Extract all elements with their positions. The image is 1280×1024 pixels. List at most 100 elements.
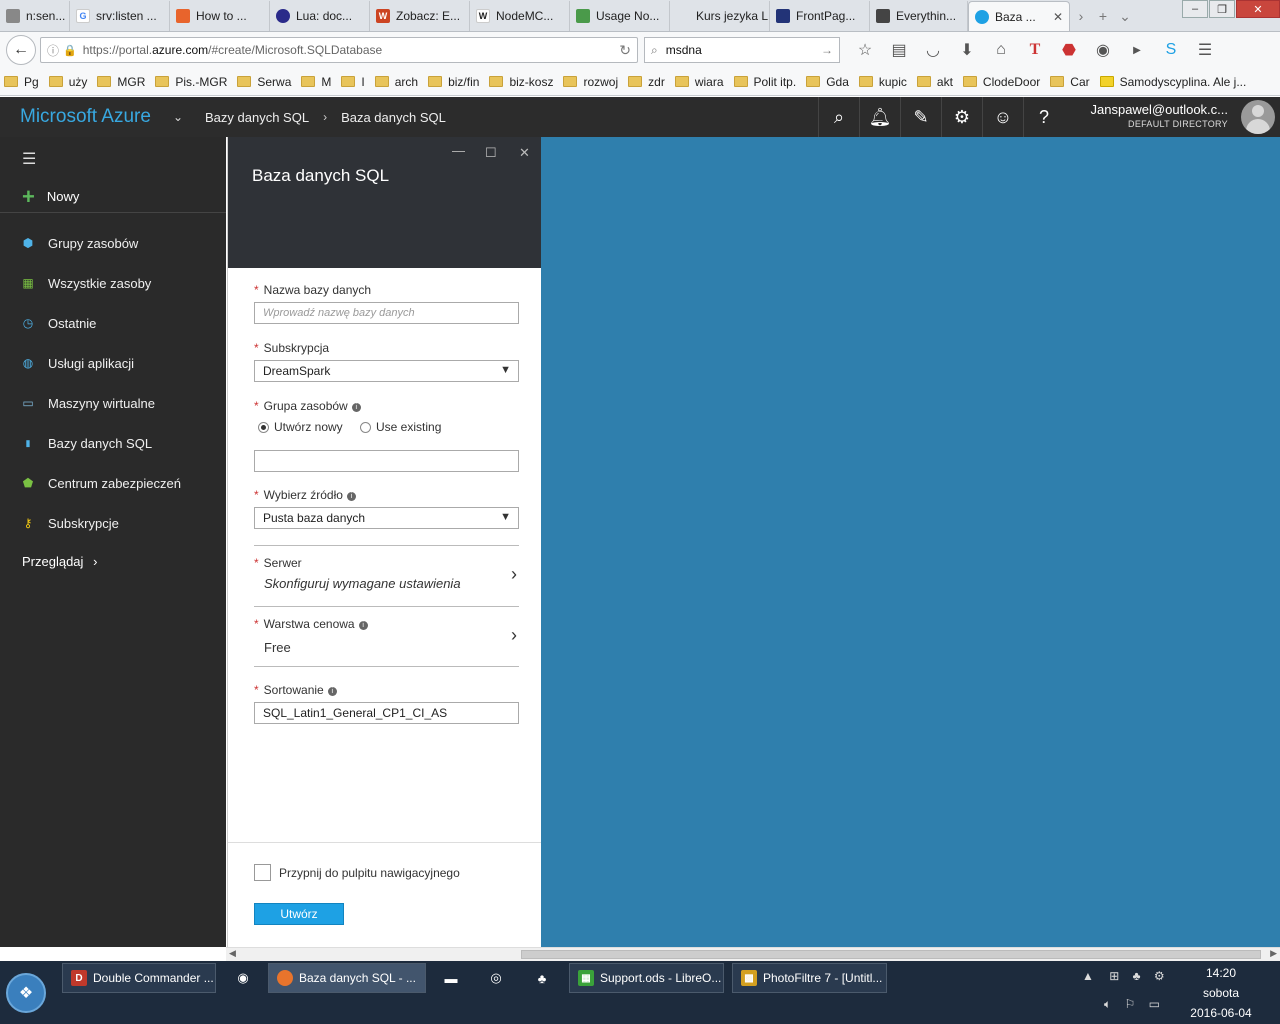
breadcrumb-bazy[interactable]: Bazy danych SQL bbox=[205, 110, 309, 125]
browser-tab[interactable]: How to ... bbox=[170, 1, 270, 31]
horizontal-scrollbar[interactable]: ◀ ▶ bbox=[226, 947, 1280, 961]
browse-button[interactable]: Przeglądaj › bbox=[22, 554, 97, 569]
browser-tab[interactable]: Kurs jezyka L... bbox=[670, 1, 770, 31]
collation-input[interactable]: SQL_Latin1_General_CP1_CI_AS bbox=[254, 702, 519, 724]
reading-list-icon[interactable]: ▤ bbox=[882, 40, 916, 60]
tray-app-icon[interactable]: ♣ bbox=[1133, 969, 1141, 983]
avatar[interactable] bbox=[1241, 100, 1275, 134]
bookmark-folder[interactable]: I bbox=[341, 75, 365, 89]
browser-tab[interactable]: W Zobacz: E... bbox=[370, 1, 470, 31]
bookmark-folder[interactable]: zdr bbox=[628, 75, 665, 89]
new-tab-icon[interactable]: + bbox=[1092, 1, 1114, 31]
taskbar-item[interactable]: ▦ Support.ods - LibreO... bbox=[569, 963, 724, 993]
go-arrow-icon[interactable]: → bbox=[821, 43, 833, 57]
sidebar-item-subscriptions[interactable]: ⚷ Subskrypcje bbox=[0, 503, 226, 543]
sidebar-item-all-resources[interactable]: ▦ Wszystkie zasoby bbox=[0, 263, 226, 303]
subscription-select[interactable]: DreamSpark ▼ bbox=[254, 360, 519, 382]
pencil-icon[interactable]: ✎ bbox=[900, 97, 941, 137]
chevron-down-icon[interactable]: ⌄ bbox=[173, 110, 183, 124]
url-bar[interactable]: ⓘ 🔒 https://portal. azure.com/#create/Mic… bbox=[40, 37, 638, 63]
scroll-right-icon[interactable]: ▶ bbox=[1270, 948, 1277, 959]
info-icon[interactable]: ⓘ bbox=[47, 42, 59, 59]
home-icon[interactable]: ⌂ bbox=[984, 41, 1018, 59]
bookmark-folder[interactable]: wiara bbox=[674, 75, 724, 89]
start-button[interactable]: ❖ bbox=[6, 973, 46, 1013]
browser-tab[interactable]: Usage No... bbox=[570, 1, 670, 31]
bell-icon[interactable]: 🔔︎ bbox=[859, 97, 900, 137]
browser-tab[interactable]: Gsrv:listen ... bbox=[70, 1, 170, 31]
app-icon[interactable]: ♣ bbox=[532, 969, 552, 987]
browser-tab[interactable]: W NodeMC... bbox=[470, 1, 570, 31]
create-button[interactable]: Utwórz bbox=[254, 903, 344, 925]
radio-create-new[interactable]: Utwórz nowy bbox=[258, 420, 343, 434]
bookmark-link[interactable]: Samodyscyplina. Ale j... bbox=[1099, 75, 1246, 89]
search-input[interactable]: ⌕ msdna → bbox=[644, 37, 840, 63]
pricing-row[interactable]: * Warstwa cenowa i Free › bbox=[254, 609, 519, 667]
sidebar-item-sql-databases[interactable]: ▮ Bazy danych SQL bbox=[0, 423, 226, 463]
bookmark-folder[interactable]: rozwoj bbox=[563, 75, 618, 89]
reload-icon[interactable]: ↻ bbox=[619, 42, 631, 59]
source-select[interactable]: Pusta baza danych ▼ bbox=[254, 507, 519, 529]
bookmark-folder[interactable]: biz/fin bbox=[428, 75, 479, 89]
bookmark-folder[interactable]: arch bbox=[374, 75, 418, 89]
network-app-icon[interactable]: ◎ bbox=[486, 969, 506, 987]
scroll-tabs-icon[interactable]: › bbox=[1070, 1, 1092, 31]
bookmark-folder[interactable]: biz-kosz bbox=[489, 75, 553, 89]
hamburger-icon[interactable]: ☰ bbox=[22, 149, 36, 169]
menu-icon[interactable]: ☰ bbox=[1188, 40, 1222, 60]
chat-icon[interactable]: ◉ bbox=[1086, 40, 1120, 60]
download-icon[interactable]: ⬇ bbox=[950, 40, 984, 60]
translate-icon[interactable]: T bbox=[1018, 41, 1052, 59]
azure-brand[interactable]: Microsoft Azure bbox=[20, 106, 151, 128]
windows-update-icon[interactable]: ⊞ bbox=[1109, 969, 1119, 983]
sidebar-item-app-services[interactable]: ◍ Usługi aplikacji bbox=[0, 343, 226, 383]
clock[interactable]: 14:20 sobota 2016-06-04 bbox=[1186, 963, 1256, 1023]
adblock-icon[interactable]: ⬣ bbox=[1052, 40, 1086, 60]
minimize-blade-icon[interactable]: — bbox=[452, 143, 465, 158]
volume-icon[interactable]: 🔈︎ bbox=[1104, 997, 1111, 1011]
account-menu[interactable]: Janspawel@outlook.c... DEFAULT DIRECTORY bbox=[1091, 102, 1229, 129]
taskbar-item[interactable]: D Double Commander ... bbox=[62, 963, 216, 993]
browser-tab[interactable]: Everythin... bbox=[870, 1, 968, 31]
smiley-icon[interactable]: ☺ bbox=[982, 97, 1023, 137]
taskbar-item[interactable]: ▩ PhotoFiltre 7 - [Untitl... bbox=[732, 963, 887, 993]
tab-list-icon[interactable]: ⌄ bbox=[1114, 1, 1136, 31]
breadcrumb-baza[interactable]: Baza danych SQL bbox=[341, 110, 446, 125]
close-window-icon[interactable]: ✕ bbox=[1236, 0, 1280, 18]
bookmark-folder[interactable]: Serwa bbox=[237, 75, 291, 89]
bookmark-folder[interactable]: uży bbox=[48, 75, 87, 89]
maximize-blade-icon[interactable]: ☐ bbox=[485, 145, 497, 161]
browser-tab[interactable]: n:sen... bbox=[0, 1, 70, 31]
scrollbar-thumb[interactable] bbox=[521, 950, 1261, 959]
bookmark-folder[interactable]: M bbox=[301, 75, 331, 89]
bookmark-folder[interactable]: Gda bbox=[806, 75, 849, 89]
sidebar-item-recent[interactable]: ◷ Ostatnie bbox=[0, 303, 226, 343]
minimize-icon[interactable]: – bbox=[1182, 0, 1208, 18]
bookmark-folder[interactable]: Polit itp. bbox=[733, 75, 796, 89]
search-icon[interactable]: ⌕ bbox=[818, 97, 859, 137]
bookmark-folder[interactable]: Pis.-MGR bbox=[155, 75, 227, 89]
flag-icon[interactable]: ⚐ bbox=[1125, 997, 1136, 1011]
back-icon[interactable]: ← bbox=[6, 35, 36, 65]
radio-use-existing[interactable]: Use existing bbox=[360, 420, 441, 434]
gear-icon[interactable]: ⚙ bbox=[941, 97, 982, 137]
pocket-icon[interactable]: ◡ bbox=[916, 40, 950, 60]
sidebar-item-virtual-machines[interactable]: ▭ Maszyny wirtualne bbox=[0, 383, 226, 423]
browser-tab[interactable]: Lua: doc... bbox=[270, 1, 370, 31]
tray-network-icon[interactable]: ⚙ bbox=[1154, 969, 1165, 983]
sidebar-item-security-center[interactable]: ⬟ Centrum zabezpieczeń bbox=[0, 463, 226, 503]
bookmark-folder[interactable]: akt bbox=[916, 75, 953, 89]
pin-checkbox[interactable]: Przypnij do pulpitu nawigacyjnego bbox=[254, 864, 460, 881]
resource-group-input[interactable] bbox=[254, 450, 519, 472]
maximize-icon[interactable]: ❐ bbox=[1209, 0, 1235, 18]
help-icon[interactable]: ? bbox=[1023, 97, 1064, 137]
sidebar-item-resource-groups[interactable]: ⬢ Grupy zasobów bbox=[0, 223, 226, 263]
bookmark-star-icon[interactable]: ☆ bbox=[848, 40, 882, 60]
close-blade-icon[interactable]: ✕ bbox=[519, 145, 530, 161]
chrome-icon[interactable]: ◉ bbox=[233, 969, 253, 987]
file-explorer-icon[interactable]: ▬ bbox=[441, 969, 461, 987]
db-name-input[interactable]: Wprowadź nazwę bazy danych bbox=[254, 302, 519, 324]
bookmark-folder[interactable]: ClodeDoor bbox=[962, 75, 1040, 89]
bookmark-folder[interactable]: MGR bbox=[97, 75, 145, 89]
display-icon[interactable]: ▭ bbox=[1149, 997, 1160, 1011]
